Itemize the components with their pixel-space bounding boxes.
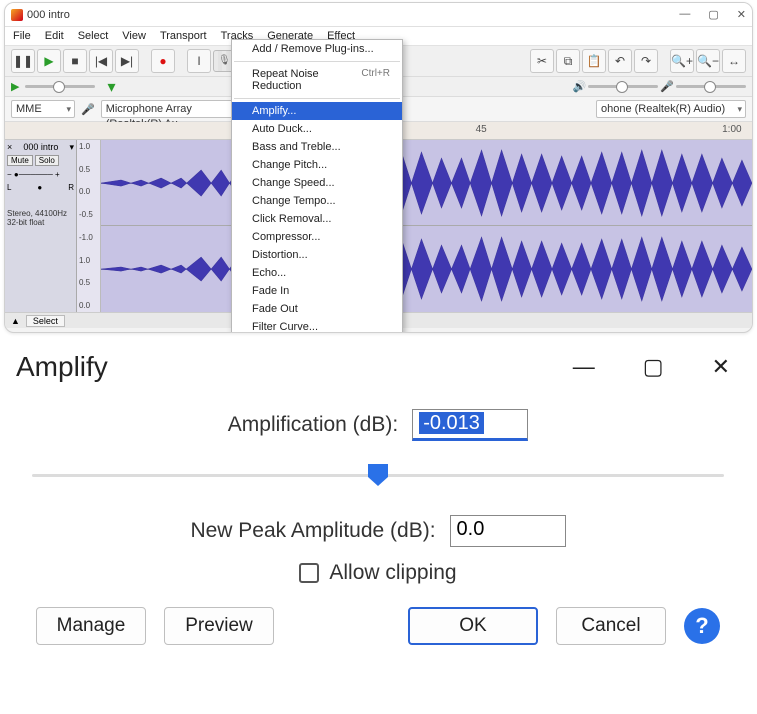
ok-button[interactable]: OK	[408, 607, 538, 645]
solo-button[interactable]: Solo	[35, 155, 59, 166]
waveform-channel-left	[101, 140, 752, 226]
waveform-area[interactable]	[101, 140, 752, 312]
menu-item-amplify[interactable]: Amplify...	[232, 102, 402, 120]
zoom-in-button[interactable]: 🔍+	[670, 49, 694, 73]
output-volume-slider[interactable]	[588, 85, 658, 88]
menubar: File Edit Select View Transport Tracks G…	[5, 27, 752, 46]
new-peak-input[interactable]: 0.0	[450, 515, 566, 547]
menu-item-click-removal[interactable]: Click Removal...	[232, 210, 402, 228]
menu-separator	[234, 61, 400, 62]
maximize-button[interactable]: ▢	[708, 8, 718, 21]
redo-button[interactable]: ↷	[634, 49, 658, 73]
close-button[interactable]: ✕	[737, 8, 746, 21]
help-button[interactable]: ?	[684, 608, 720, 644]
menu-item-auto-duck[interactable]: Auto Duck...	[232, 120, 402, 138]
dialog-maximize-button[interactable]: ▢	[643, 354, 664, 380]
collapse-marker-icon[interactable]: ▲	[11, 316, 20, 326]
new-peak-label: New Peak Amplitude (dB):	[190, 519, 435, 543]
input-volume-slider[interactable]	[676, 85, 746, 88]
minimize-button[interactable]: —	[679, 8, 690, 21]
menu-item-repeat-noise-reduction[interactable]: Repeat Noise Reduction Ctrl+R	[232, 65, 402, 95]
dialog-minimize-button[interactable]: —	[573, 354, 595, 380]
menu-item-fade-in[interactable]: Fade In	[232, 282, 402, 300]
cancel-button[interactable]: Cancel	[556, 607, 666, 645]
mic-gain-icon: 🎤	[660, 80, 674, 93]
slider-thumb-icon[interactable]	[367, 463, 389, 487]
menu-item-fade-out[interactable]: Fade Out	[232, 300, 402, 318]
track-close-button[interactable]: ×	[7, 142, 12, 153]
playback-device-dropdown[interactable]: ohone (Realtek(R) Audio)	[596, 100, 746, 118]
skip-start-button[interactable]: |◀	[89, 49, 113, 73]
menu-file[interactable]: File	[11, 29, 33, 43]
zoom-out-button[interactable]: 🔍−	[696, 49, 720, 73]
waveform-channel-right	[101, 226, 752, 312]
amplify-dialog: Amplify — ▢ ✕ Amplification (dB): -0.013…	[6, 345, 750, 663]
selection-tool-button[interactable]: I	[187, 49, 211, 73]
titlebar[interactable]: 000 intro — ▢ ✕	[5, 3, 752, 27]
menu-item-bass-treble[interactable]: Bass and Treble...	[232, 138, 402, 156]
undo-button[interactable]: ↶	[608, 49, 632, 73]
menu-item-change-tempo[interactable]: Change Tempo...	[232, 192, 402, 210]
menu-item-add-remove-plugins[interactable]: Add / Remove Plug-ins...	[232, 40, 402, 58]
amplification-label: Amplification (dB):	[228, 413, 398, 437]
audio-host-dropdown[interactable]: MME	[11, 100, 75, 118]
allow-clipping-checkbox[interactable]	[299, 563, 319, 583]
record-button[interactable]: ●	[151, 49, 175, 73]
speaker-icon: 🔊	[573, 80, 587, 93]
menu-item-echo[interactable]: Echo...	[232, 264, 402, 282]
zoom-fit-button[interactable]: ↔	[722, 49, 746, 73]
allow-clipping-label: Allow clipping	[329, 561, 456, 585]
menu-view[interactable]: View	[120, 29, 148, 43]
pause-button[interactable]: ❚❚	[11, 49, 35, 73]
dialog-title: Amplify	[16, 351, 108, 383]
stop-button[interactable]: ■	[63, 49, 87, 73]
play-at-speed-button[interactable]: ▶	[11, 80, 19, 93]
skip-end-button[interactable]: ▶|	[115, 49, 139, 73]
play-button[interactable]: ▶	[37, 49, 61, 73]
vertical-scale[interactable]: 1.00.50.0-0.5-1.01.00.50.0	[77, 140, 101, 312]
effect-menu-popup: Add / Remove Plug-ins... Repeat Noise Re…	[231, 39, 403, 333]
microphone-icon: 🎙	[218, 55, 231, 66]
scrub-indicator-icon: ▾	[107, 77, 115, 97]
paste-button[interactable]: 📋	[582, 49, 606, 73]
preview-button[interactable]: Preview	[164, 607, 274, 645]
track-control-panel[interactable]: ×000 intro▾ MuteSolo − ●────── + L●R Ste…	[5, 140, 77, 312]
audacity-main-window: 000 intro — ▢ ✕ File Edit Select View Tr…	[4, 2, 753, 333]
copy-button[interactable]: ⧉	[556, 49, 580, 73]
menu-select[interactable]: Select	[76, 29, 111, 43]
select-all-button[interactable]: Select	[26, 315, 65, 327]
mute-button[interactable]: Mute	[7, 155, 33, 166]
menu-item-distortion[interactable]: Distortion...	[232, 246, 402, 264]
menu-item-compressor[interactable]: Compressor...	[232, 228, 402, 246]
playback-speed-slider[interactable]	[25, 85, 95, 88]
menu-edit[interactable]: Edit	[43, 29, 66, 43]
cut-button[interactable]: ✂	[530, 49, 554, 73]
microphone-icon: 🎤	[81, 103, 95, 116]
amplification-input[interactable]: -0.013	[412, 409, 528, 441]
menu-separator	[234, 98, 400, 99]
amplification-slider[interactable]	[32, 463, 724, 487]
menu-item-change-speed[interactable]: Change Speed...	[232, 174, 402, 192]
menu-item-filter-curve[interactable]: Filter Curve...	[232, 318, 402, 333]
ruler-tick: 45	[476, 124, 487, 135]
recording-device-dropdown[interactable]: Microphone Array (Realtek(R) Au	[101, 100, 251, 118]
ruler-tick: 1:00	[722, 124, 741, 135]
menu-item-change-pitch[interactable]: Change Pitch...	[232, 156, 402, 174]
dialog-close-button[interactable]: ✕	[712, 354, 730, 380]
project-title: 000 intro	[27, 9, 70, 21]
track-name-label: 000 intro	[23, 142, 58, 153]
app-logo-icon	[11, 9, 23, 21]
manage-button[interactable]: Manage	[36, 607, 146, 645]
menu-transport[interactable]: Transport	[158, 29, 209, 43]
